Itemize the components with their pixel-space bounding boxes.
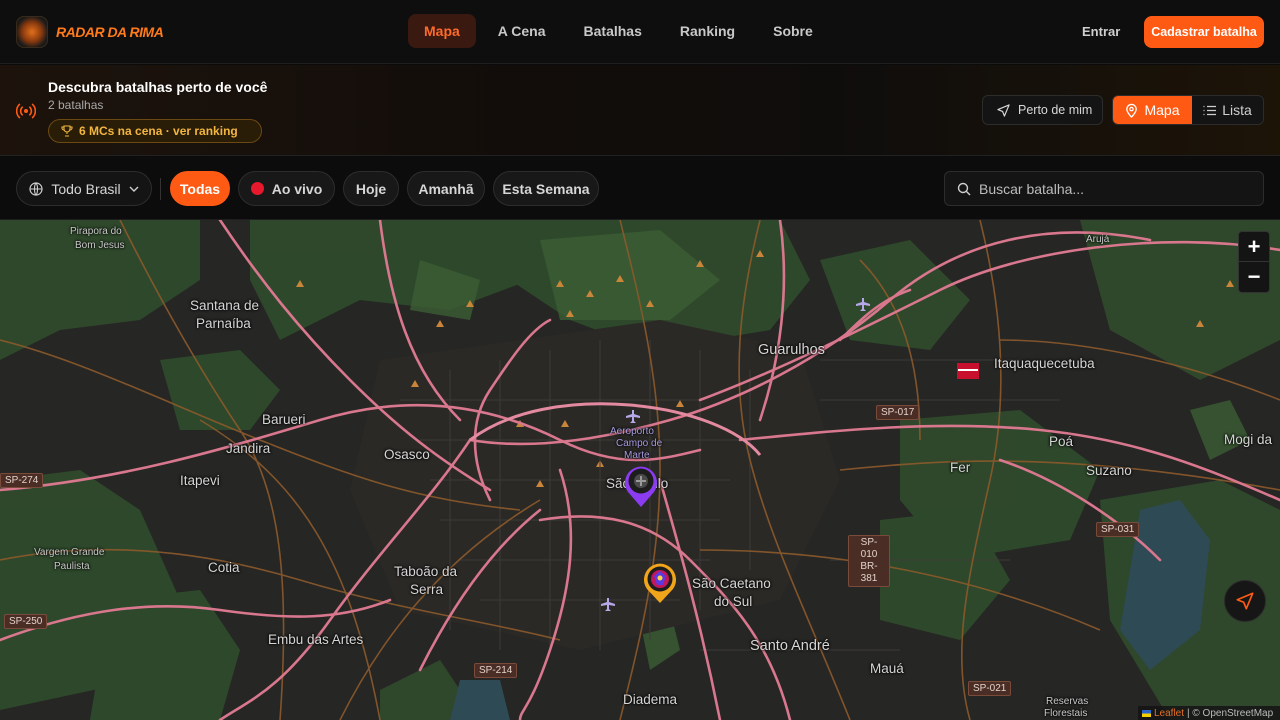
navigation-arrow-icon (997, 103, 1010, 117)
place-label: Aeroporto (610, 426, 654, 437)
road-shield: SP-010 BR-381 (848, 535, 890, 587)
place-label: Jandira (226, 441, 271, 456)
place-label: Cotia (208, 560, 240, 575)
map-pin-icon (1126, 103, 1138, 118)
near-me-button[interactable]: Perto de mim (982, 95, 1103, 125)
place-label: Arujá (1086, 234, 1110, 245)
zoom-in-button[interactable]: + (1239, 232, 1269, 262)
nav-item-a-cena[interactable]: A Cena (482, 14, 562, 48)
place-label: Embu das Artes (268, 632, 364, 647)
banner-title: Descubra batalhas perto de você (48, 79, 268, 95)
place-label: Paulista (54, 561, 90, 572)
filter-chip-ao-vivo-label: Ao vivo (271, 180, 323, 197)
zoom-control: + − (1238, 231, 1270, 293)
globe-icon (29, 181, 43, 196)
place-label: Bom Jesus (75, 240, 125, 251)
search-box (944, 171, 1264, 206)
main-nav: Mapa A Cena Batalhas Ranking Sobre (408, 14, 829, 48)
top-navbar: RADAR DA RIMA Mapa A Cena Batalhas Ranki… (0, 0, 1280, 64)
filter-chip-amanha[interactable]: Amanhã (407, 171, 485, 206)
road-shield: SP-214 (474, 663, 518, 678)
place-label: Reservas (1046, 696, 1089, 707)
nav-item-ranking[interactable]: Ranking (664, 14, 751, 48)
logo-text: RADAR DA RIMA (56, 24, 164, 40)
place-label: Pirapora do (70, 226, 122, 237)
leaflet-link[interactable]: Leaflet (1154, 708, 1184, 719)
register-battle-button[interactable]: Cadastrar batalha (1144, 16, 1264, 48)
live-dot-icon (250, 182, 264, 195)
chevron-down-icon (129, 186, 139, 192)
trophy-icon (61, 125, 73, 137)
region-select-value: Todo Brasil (51, 180, 121, 197)
locate-me-button[interactable] (1224, 580, 1266, 622)
place-label: Suzano (1086, 463, 1132, 478)
view-map-button[interactable]: Mapa (1113, 96, 1192, 124)
place-label: Fer (950, 460, 971, 475)
nav-item-sobre[interactable]: Sobre (757, 14, 829, 48)
place-label: Florestais (1044, 708, 1088, 719)
search-icon (957, 182, 971, 195)
view-toggle: Mapa Lista (1112, 95, 1264, 125)
region-select[interactable]: Todo Brasil (16, 171, 152, 206)
place-label: Mogi da (1224, 432, 1273, 447)
filter-chip-hoje[interactable]: Hoje (343, 171, 399, 206)
map-attribution: Leaflet | © OpenStreetMap (1138, 706, 1280, 720)
ukraine-flag-icon (1142, 709, 1151, 717)
road-shield: SP-274 (0, 473, 44, 488)
osm-attribution[interactable]: | © OpenStreetMap (1187, 708, 1273, 719)
place-label: Barueri (262, 412, 306, 427)
place-label: Guarulhos (758, 342, 825, 358)
ranking-pill-label: 6 MCs na cena · ver ranking (79, 124, 238, 138)
road-shield: SP-031 (1096, 522, 1140, 537)
place-label: Taboão da (394, 564, 458, 579)
filter-bar: Todo Brasil Todas Ao vivo Hoje Amanhã Es… (0, 157, 1280, 220)
place-label: São Caetano (692, 576, 771, 591)
navigation-arrow-icon (1236, 592, 1254, 610)
place-label: Osasco (384, 447, 430, 462)
place-label: Itapevi (180, 473, 220, 488)
view-map-label: Mapa (1144, 102, 1180, 118)
map-view[interactable]: Pirapora do Bom Jesus Santana de Parnaíb… (0, 220, 1280, 720)
filter-chip-esta-semana[interactable]: Esta Semana (493, 171, 599, 206)
broadcast-icon (16, 103, 36, 119)
place-label: Mauá (870, 661, 904, 676)
place-label: Santo André (750, 638, 830, 654)
search-input[interactable] (979, 180, 1249, 197)
place-label: do Sul (714, 594, 753, 609)
nav-item-batalhas[interactable]: Batalhas (568, 14, 658, 48)
zoom-out-button[interactable]: − (1239, 262, 1269, 292)
place-label: Campo de (616, 438, 663, 449)
filter-divider (160, 178, 161, 200)
batalha-marker-sao-caetano[interactable] (642, 562, 678, 604)
battle-count: 2 batalhas (48, 98, 104, 112)
place-label: Itaquaquecetuba (994, 356, 1095, 371)
place-label: Parnaíba (196, 316, 251, 331)
near-me-label: Perto de mim (1018, 103, 1093, 117)
logo[interactable]: RADAR DA RIMA (16, 16, 164, 48)
logo-mark-icon (16, 16, 48, 48)
list-icon (1203, 105, 1217, 115)
place-label: Marte (624, 450, 650, 461)
road-shield: SP-017 (876, 405, 920, 420)
nav-item-mapa[interactable]: Mapa (408, 14, 476, 48)
batalha-marker-sao-paulo[interactable] (623, 464, 659, 508)
filter-chip-todas[interactable]: Todas (170, 171, 230, 206)
place-label: Poá (1049, 434, 1074, 449)
road-shield: SP-250 (4, 614, 48, 629)
view-list-button[interactable]: Lista (1192, 96, 1263, 124)
place-label: Serra (410, 582, 444, 597)
place-label: Diadema (623, 692, 678, 707)
road-shield: SP-021 (968, 681, 1012, 696)
discover-banner: Descubra batalhas perto de você 2 batalh… (0, 65, 1280, 156)
view-list-label: Lista (1222, 102, 1252, 118)
filter-chip-ao-vivo[interactable]: Ao vivo (238, 171, 335, 206)
ranking-pill[interactable]: 6 MCs na cena · ver ranking (48, 119, 262, 143)
place-label: Santana de (190, 298, 260, 313)
place-label: Vargem Grande (34, 547, 105, 558)
login-link[interactable]: Entrar (1082, 24, 1120, 39)
